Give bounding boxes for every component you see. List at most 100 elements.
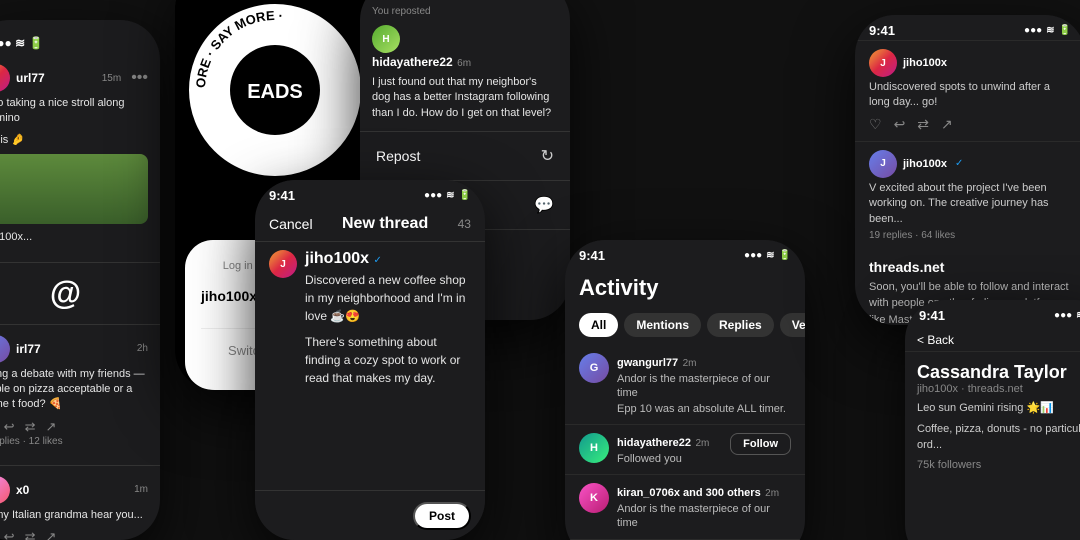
- threads-logo: @: [49, 275, 80, 312]
- timestamp-repost: 6m: [457, 58, 471, 69]
- username-irl77: irl77: [16, 342, 41, 356]
- activity-username-1: gwangurl77: [617, 357, 678, 369]
- post-top-actions: ♡ ↩ ⇄ ↗: [869, 116, 1071, 133]
- activity-item-1: G gwangurl77 2m Andor is the masterpiece…: [565, 345, 805, 425]
- tab-mentions[interactable]: Mentions: [624, 313, 701, 337]
- repost-icon-3[interactable]: ⇄: [25, 419, 36, 435]
- share-icon-3[interactable]: ↗: [45, 419, 56, 435]
- thread-text-1[interactable]: Discovered a new coffee shop in my neigh…: [305, 271, 471, 325]
- quote-action-icon: 💬: [534, 195, 554, 215]
- profile-name: Cassandra Taylor: [917, 362, 1080, 383]
- post-stats-avatar: J: [869, 150, 897, 178]
- feed-actions-4: ♡ ↩ ⇄ ↗: [0, 529, 148, 540]
- threads-logo-area: @: [0, 263, 160, 325]
- post-top-avatar: J: [869, 49, 897, 77]
- activity-info-2: hidayathere22 2m Followed you: [617, 433, 722, 466]
- post-stats-text: V excited about the project I've been wo…: [869, 181, 1071, 227]
- repost-icon-top[interactable]: ⇄: [917, 116, 929, 133]
- username-x0: x0: [16, 483, 29, 497]
- timestamp-4: 1m: [134, 484, 148, 495]
- feed-stats-3: 1 replies · 12 likes: [0, 435, 148, 449]
- feed-actions-3: ♡ ↩ ⇄ ↗: [0, 419, 148, 435]
- heart-icon-top[interactable]: ♡: [869, 116, 882, 133]
- feed-text-3: aving a debate with my friends — is iple…: [0, 367, 148, 413]
- profile-header: < Back: [905, 325, 1080, 352]
- feed-text-1: Also taking a nice stroll along Domino: [0, 96, 148, 127]
- activity-text-3: Andor is the masterpiece of our time: [617, 502, 791, 531]
- activity-time-1: 2m: [683, 358, 697, 369]
- feed-user2: jiho100x...: [0, 230, 148, 245]
- activity-status-icons: ●●● ≋ 🔋: [744, 250, 791, 261]
- profile-followers: 75k followers: [917, 459, 1080, 471]
- username-url77: url77: [16, 71, 45, 85]
- post-top-text: Undiscovered spots to unwind after a lon…: [869, 80, 1071, 111]
- newthread-username: jiho100x: [305, 250, 369, 267]
- svg-text:EADS: EADS: [247, 81, 303, 103]
- profile-status-time: 9:41: [919, 308, 945, 323]
- feed-item-3: I irl77 2h aving a debate with my friend…: [0, 325, 160, 466]
- reply-icon-top[interactable]: ↩: [894, 116, 906, 133]
- follow-button-2[interactable]: Follow: [730, 433, 791, 455]
- repost-action-icon: ↻: [541, 146, 554, 166]
- reposted-badge: You reposted: [360, 0, 570, 19]
- profile-handle: jiho100x · threads.net: [917, 383, 1080, 395]
- threads-site-title: threads.net: [869, 259, 1071, 275]
- reply-icon-3[interactable]: ↩: [4, 419, 15, 435]
- feed-subtext-1: lter is 🤌: [0, 133, 148, 148]
- activity-avatar-2: H: [579, 433, 609, 463]
- info-status-icons: ●●● ≋ 🔋: [1024, 25, 1071, 36]
- activity-title: Activity: [565, 265, 805, 309]
- newthread-avatar: J: [269, 250, 297, 278]
- feed-image-1: [0, 154, 148, 224]
- activity-avatar-3: K: [579, 483, 609, 513]
- activity-text-1a: Andor is the masterpiece of our time: [617, 372, 791, 401]
- activity-avatar-1: G: [579, 353, 609, 383]
- timestamp-1: 15m: [102, 73, 121, 84]
- repost-post: H hidayathere22 6m I just found out that…: [360, 19, 570, 132]
- back-button[interactable]: < Back: [917, 333, 954, 347]
- post-button[interactable]: Post: [413, 502, 471, 530]
- tab-replies[interactable]: Replies: [707, 313, 774, 337]
- activity-text-2: Followed you: [617, 452, 722, 466]
- repost-label: Repost: [376, 148, 420, 164]
- post-item-stats: J jiho100x ✓ V excited about the project…: [855, 141, 1080, 249]
- activity-username-2: hidayathere22: [617, 437, 691, 449]
- post-top-username: jiho100x: [903, 57, 947, 69]
- reply-icon-4[interactable]: ↩: [4, 529, 15, 540]
- cancel-button[interactable]: Cancel: [269, 216, 313, 232]
- info-status-time: 9:41: [869, 23, 895, 38]
- newthread-header: Cancel New thread 43: [255, 205, 485, 241]
- phone-threads-info: 9:41 ●●● ≋ 🔋 J jiho100x Undiscovered spo…: [855, 15, 1080, 325]
- char-count: 43: [458, 217, 471, 231]
- feed-text-4: et my Italian grandma hear you...: [0, 508, 148, 523]
- avatar-hidaya: H: [372, 25, 400, 53]
- more-icon-1[interactable]: •••: [131, 69, 148, 87]
- post-stats: 19 replies · 64 likes: [869, 230, 1071, 241]
- repost-icon-4[interactable]: ⇄: [25, 529, 36, 540]
- profile-bio-1: Leo sun Gemini rising 🌟📊: [917, 401, 1080, 416]
- feed-item-1: U url77 15m ••• Also taking a nice strol…: [0, 54, 160, 263]
- share-icon-4[interactable]: ↗: [45, 529, 56, 540]
- activity-username-3: kiran_0706x and 300 others: [617, 487, 761, 499]
- repost-text: I just found out that my neighbor's dog …: [372, 75, 558, 121]
- newthread-verified: ✓: [373, 255, 381, 266]
- newthread-body: J jiho100x ✓ Discovered a new coffee sho…: [255, 242, 485, 395]
- activity-text-1b: Epp 10 was an absolute ALL timer.: [617, 402, 791, 416]
- activity-item-2: H hidayathere22 2m Followed you Follow: [565, 425, 805, 475]
- thread-input-row: J jiho100x ✓ Discovered a new coffee sho…: [269, 250, 471, 325]
- tab-verified[interactable]: Verifi...: [780, 313, 805, 337]
- activity-time-2: 2m: [695, 438, 709, 449]
- tab-all[interactable]: All: [579, 313, 618, 337]
- repost-action[interactable]: Repost ↻: [360, 132, 570, 181]
- main-scene: ●●● ≋ 🔋 U url77 15m ••• Also taking a ni…: [0, 0, 1080, 540]
- post-stats-username: jiho100x: [903, 158, 947, 170]
- phone-newthread: 9:41 ●●● ≋ 🔋 Cancel New thread 43 J jiho…: [255, 180, 485, 540]
- phone-activity: 9:41 ●●● ≋ 🔋 Activity All Mentions Repli…: [565, 240, 805, 540]
- activity-info-1: gwangurl77 2m Andor is the masterpiece o…: [617, 353, 791, 416]
- share-icon-top[interactable]: ↗: [941, 116, 953, 133]
- activity-status-time: 9:41: [579, 248, 605, 263]
- activity-time-3: 2m: [765, 488, 779, 499]
- profile-bio-2: Coffee, pizza, donuts - no particular or…: [917, 422, 1080, 453]
- thread-text-2[interactable]: There's something about finding a cozy s…: [305, 333, 471, 387]
- newthread-status-time: 9:41: [269, 188, 295, 203]
